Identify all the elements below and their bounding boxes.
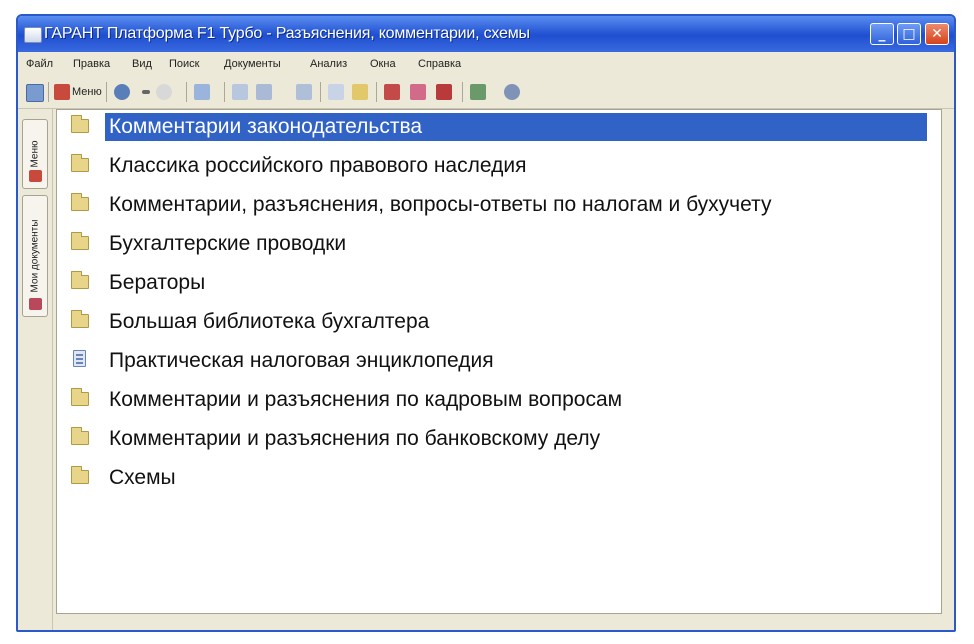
toolbar-separator (376, 82, 377, 102)
bookmark-red-icon[interactable] (384, 84, 400, 100)
menu-documents[interactable]: Документы (224, 58, 281, 70)
tree-item-label: Схемы (109, 466, 176, 489)
app-icon (24, 27, 42, 43)
tab-my-documents-label: Мои документы (29, 219, 41, 293)
menu-button-label[interactable]: Меню (72, 86, 102, 98)
tree-item-label: Бухгалтерские проводки (109, 232, 347, 255)
folder-icon (71, 193, 89, 211)
bookmark-red-2-icon[interactable] (436, 84, 452, 100)
tree-item-label: Комментарии и разъяснения по банковскому… (109, 427, 601, 450)
toolbar-separator (320, 82, 321, 102)
folder-icon (71, 154, 89, 172)
menu-tab-icon (29, 170, 42, 182)
toolbar: Меню (18, 76, 954, 109)
bookmark-pink-icon[interactable] (410, 84, 426, 100)
toolbar-separator (186, 82, 187, 102)
tree-item-label: Комментарии и разъяснения по кадровым во… (109, 388, 623, 411)
menu-icon[interactable] (54, 84, 70, 100)
minimize-button[interactable]: _ (870, 23, 894, 45)
my-documents-tab-icon (29, 298, 42, 310)
search-list-icon[interactable] (256, 84, 272, 100)
font-color-icon[interactable] (352, 84, 368, 100)
history-icon[interactable] (504, 84, 520, 100)
menu-edit[interactable]: Правка (73, 58, 110, 70)
tab-my-documents[interactable]: Мои документы (22, 195, 48, 317)
tree-item-label: Комментарии законодательства (105, 113, 927, 141)
app-window: ГАРАНТ Платформа F1 Турбо - Разъяснения,… (16, 14, 956, 632)
menu-search[interactable]: Поиск (169, 58, 199, 70)
find-icon[interactable] (296, 84, 312, 100)
tree-item-label: Бераторы (109, 271, 206, 294)
menu-view[interactable]: Вид (132, 58, 152, 70)
back-icon[interactable] (114, 84, 130, 100)
toolbar-separator (106, 82, 107, 102)
folder-icon (71, 310, 89, 328)
back-dropdown-icon[interactable] (142, 90, 150, 94)
folder-icon (71, 271, 89, 289)
forward-icon[interactable] (156, 84, 172, 100)
folder-icon (71, 115, 89, 133)
folder-icon (71, 388, 89, 406)
close-button[interactable]: ✕ (925, 23, 949, 45)
folder-icon (71, 232, 89, 250)
menu-file[interactable]: Файл (26, 58, 53, 70)
menu-bar: Файл Правка Вид Поиск Документы Анализ О… (18, 52, 954, 76)
tree-item-label: Большая библиотека бухгалтера (109, 310, 430, 333)
window-title: ГАРАНТ Платформа F1 Турбо - Разъяснения,… (44, 25, 530, 42)
tab-menu-label: Меню (29, 140, 41, 168)
title-bar[interactable]: ГАРАНТ Платформа F1 Турбо - Разъяснения,… (18, 16, 954, 52)
menu-help[interactable]: Справка (418, 58, 461, 70)
maximize-button[interactable]: □ (897, 23, 921, 45)
menu-windows[interactable]: Окна (370, 58, 396, 70)
tree-item-label: Комментарии, разъяснения, вопросы-ответы… (109, 193, 772, 216)
toolbar-separator (48, 82, 49, 102)
export-icon[interactable] (470, 84, 486, 100)
sidebar: Меню Мои документы (18, 109, 53, 630)
tab-menu[interactable]: Меню (22, 119, 48, 189)
tree-panel: Комментарии законодательства Классика ро… (56, 109, 942, 614)
tree-item-label: Практическая налоговая энциклопедия (109, 349, 494, 372)
toolbar-separator (224, 82, 225, 102)
panel-toggle-icon[interactable] (26, 84, 44, 102)
folder-icon (71, 427, 89, 445)
search-icon[interactable] (232, 84, 248, 100)
tree-item-label: Классика российского правового наследия (109, 154, 527, 177)
document-list-icon[interactable] (194, 84, 210, 100)
toolbar-separator (462, 82, 463, 102)
folder-icon (71, 466, 89, 484)
menu-analysis[interactable]: Анализ (310, 58, 347, 70)
font-size-icon[interactable] (328, 84, 344, 100)
document-icon (73, 350, 86, 367)
